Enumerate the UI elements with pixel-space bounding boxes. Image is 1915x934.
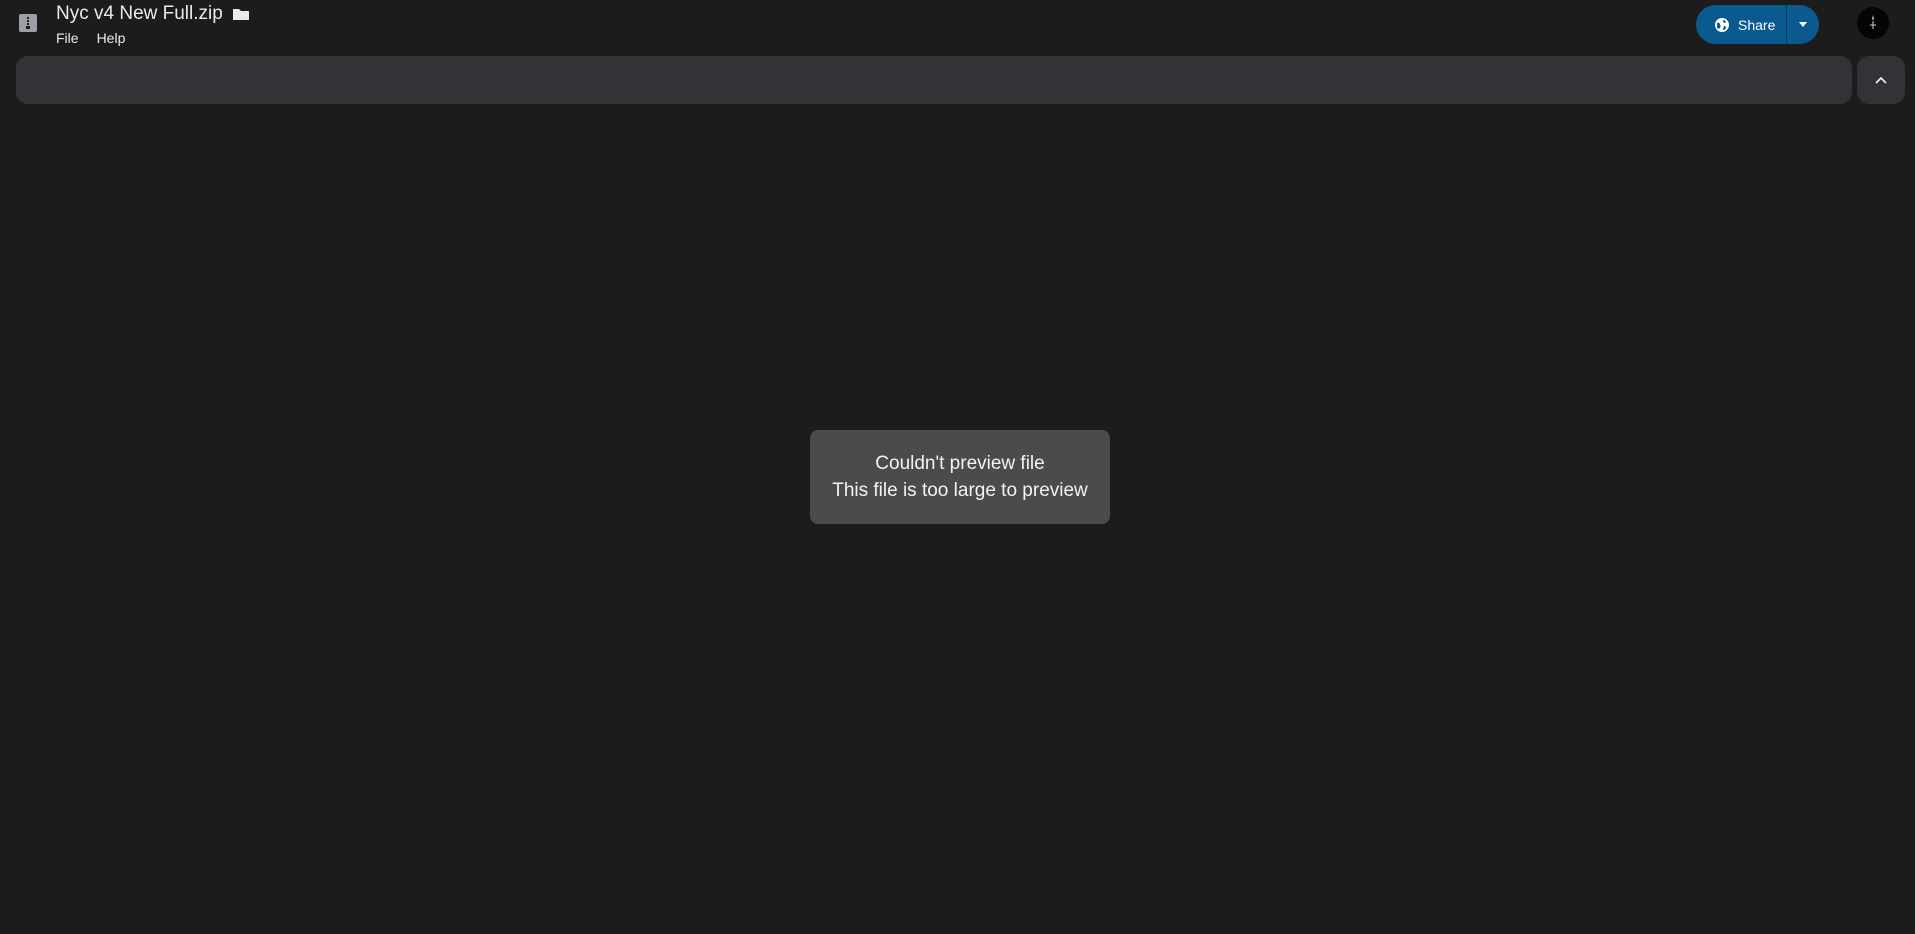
menu-bar: File Help	[56, 29, 143, 47]
share-button-group: Share	[1696, 5, 1819, 44]
caret-down-icon	[1799, 22, 1807, 27]
error-detail: This file is too large to preview	[832, 480, 1088, 501]
preview-toolbar	[16, 56, 1852, 104]
drive-file-viewer: Nyc v4 New Full.zip File Help Share Coul…	[0, 0, 1915, 934]
menu-file[interactable]: File	[56, 29, 97, 47]
share-button[interactable]: Share	[1696, 5, 1786, 44]
preview-error-card: Couldn't preview file This file is too l…	[810, 430, 1110, 524]
file-title[interactable]: Nyc v4 New Full.zip	[56, 3, 223, 25]
share-label: Share	[1738, 16, 1776, 33]
collapse-toolbar-button[interactable]	[1857, 56, 1905, 104]
globe-icon	[1715, 17, 1729, 32]
zip-archive-icon	[19, 14, 37, 32]
menu-help[interactable]: Help	[97, 29, 144, 47]
folder-icon[interactable]	[232, 6, 250, 22]
share-options-button[interactable]	[1787, 5, 1819, 44]
avatar[interactable]	[1857, 7, 1889, 39]
error-title: Couldn't preview file	[875, 453, 1045, 474]
chevron-up-icon	[1875, 76, 1887, 84]
title-row: Nyc v4 New Full.zip	[56, 2, 250, 26]
